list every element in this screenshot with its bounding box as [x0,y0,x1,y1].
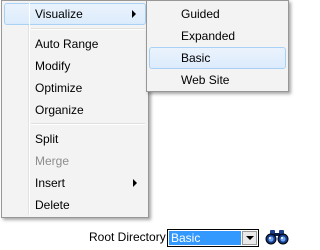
submenu-item-label: Basic [181,51,211,65]
menu-item-delete[interactable]: Delete [4,194,146,216]
chevron-right-icon [132,10,136,18]
menu-item-label: Auto Range [35,37,99,51]
context-menu: Visualize Auto Range Modify Optimize Org… [1,0,149,218]
menu-item-organize[interactable]: Organize [4,99,146,121]
submenu-item-guided[interactable]: Guided [149,3,286,25]
root-directory-selected-value: Basic [169,231,241,245]
menu-item-modify[interactable]: Modify [4,55,146,77]
submenu-item-label: Expanded [181,29,236,43]
menu-item-merge: Merge [4,150,146,172]
menu-item-insert[interactable]: Insert [4,172,146,194]
chevron-down-icon[interactable] [242,231,257,245]
menu-item-label: Organize [35,103,84,117]
menu-item-label: Split [35,132,59,146]
submenu-item-web-site[interactable]: Web Site [149,69,286,91]
menu-item-label: Visualize [35,7,83,21]
menu-item-optimize[interactable]: Optimize [4,77,146,99]
menu-item-label: Merge [35,154,70,168]
visualize-submenu: Guided Expanded Basic Web Site [146,0,289,92]
menu-item-label: Insert [35,176,66,190]
root-directory-label: Root Directory [89,230,166,244]
submenu-item-basic[interactable]: Basic [149,47,286,69]
menu-item-label: Modify [35,59,71,73]
menu-item-split[interactable]: Split [4,128,146,150]
submenu-item-expanded[interactable]: Expanded [149,25,286,47]
submenu-item-label: Guided [181,7,220,21]
menu-item-label: Delete [35,198,70,212]
menu-item-label: Optimize [35,81,83,95]
submenu-item-label: Web Site [181,73,230,87]
chevron-right-icon [133,179,137,187]
root-directory-select[interactable]: Basic [167,229,259,247]
menu-separator [31,28,145,30]
binoculars-icon[interactable] [265,229,289,245]
menu-item-auto-range[interactable]: Auto Range [4,33,146,55]
menu-item-visualize[interactable]: Visualize [4,3,146,25]
root-directory-bar: Root Directory Basic [0,224,290,250]
menu-separator [31,123,145,125]
